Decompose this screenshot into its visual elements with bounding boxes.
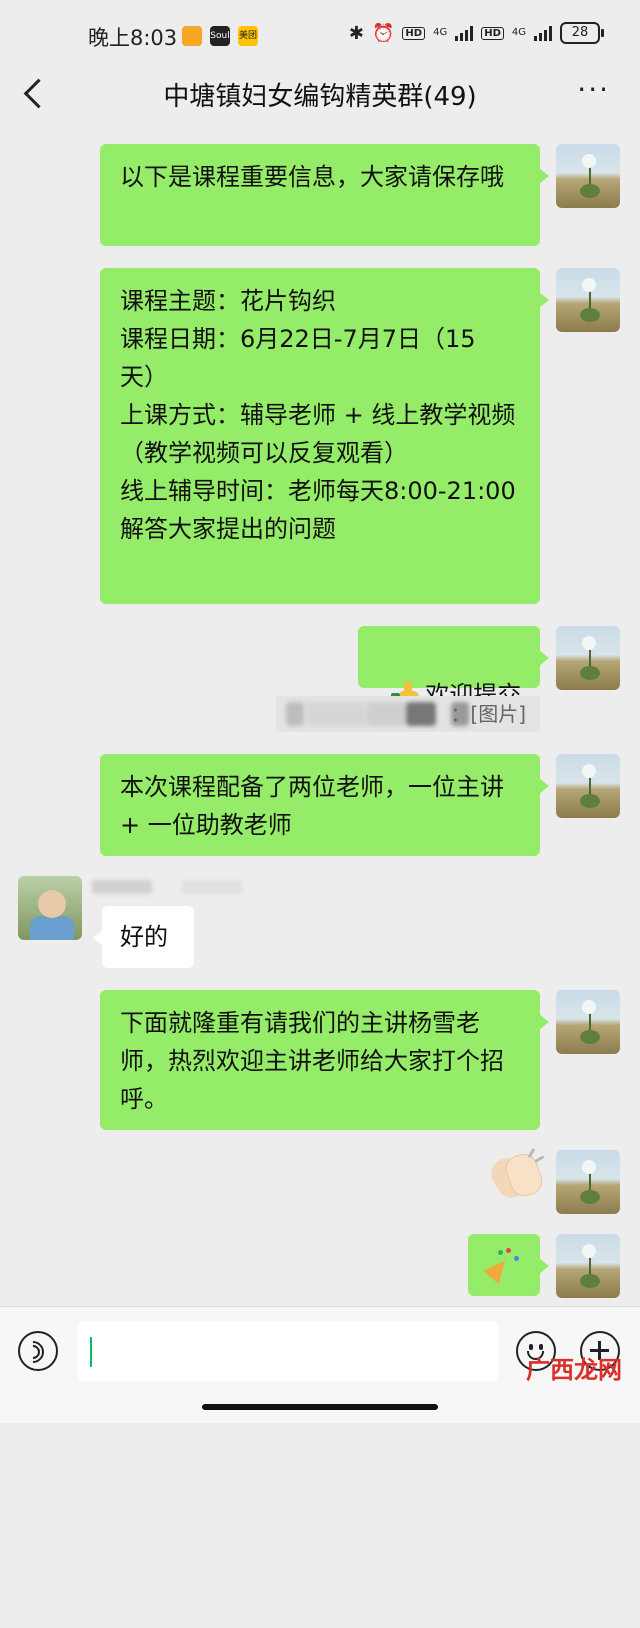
battery-icon: 28 bbox=[560, 22, 604, 44]
my-avatar[interactable] bbox=[556, 754, 620, 818]
text-caret bbox=[90, 1337, 92, 1367]
message-bubble[interactable]: 好的 bbox=[93, 906, 194, 968]
status-indicators: ✱ ⏰ HD 4G HD 4G 28 bbox=[348, 22, 604, 44]
network-type-2: 4G bbox=[511, 27, 526, 38]
voice-button[interactable] bbox=[17, 1331, 58, 1371]
message-bubble[interactable]: 以下是课程重要信息，大家请保存哦 bbox=[100, 144, 549, 246]
meituan-app-icon: 美团 bbox=[238, 26, 258, 46]
chat-title: 中塘镇妇女编钩精英群(49) bbox=[163, 82, 477, 112]
hd-icon: HD bbox=[402, 26, 426, 40]
watermark: 广西龙网 bbox=[526, 1356, 622, 1384]
hd-icon-2: HD bbox=[481, 26, 504, 40]
my-avatar[interactable] bbox=[556, 1234, 620, 1298]
message-bubble[interactable] bbox=[468, 1234, 549, 1296]
notification-icon bbox=[182, 26, 202, 46]
message-bubble[interactable]: 本次课程配备了两位老师，一位主讲 + 一位助教老师 bbox=[100, 754, 549, 856]
quoted-message[interactable]: ：[图片] bbox=[276, 696, 540, 732]
clapping-hands-icon[interactable] bbox=[486, 1147, 547, 1203]
home-indicator[interactable] bbox=[202, 1404, 438, 1410]
bluetooth-icon: ✱ bbox=[348, 22, 364, 44]
message-bubble[interactable]: 课程主题：花片钩织 课程日期：6月22日-7月7日（15天） 上课方式：辅导老师… bbox=[100, 268, 549, 604]
soul-app-icon: Soul bbox=[210, 26, 230, 46]
message-bubble[interactable]: 欢迎提交 bbox=[358, 626, 549, 709]
my-avatar[interactable] bbox=[556, 1150, 620, 1214]
sender-name-blurred bbox=[92, 880, 242, 898]
message-input[interactable] bbox=[78, 1321, 498, 1381]
alarm-icon: ⏰ bbox=[371, 22, 395, 44]
message-bubble[interactable]: 下面就隆重有请我们的主讲杨雪老师，热烈欢迎主讲老师给大家打个招呼。 bbox=[100, 990, 549, 1130]
status-bar: 晚上8:03 Soul 美团 ✱ ⏰ HD 4G HD 4G 28 bbox=[0, 0, 640, 70]
quoted-text: ：[图片] bbox=[450, 702, 526, 726]
my-avatar[interactable] bbox=[556, 626, 620, 690]
party-popper-icon bbox=[483, 1248, 519, 1284]
signal-icon-2 bbox=[534, 25, 552, 41]
member-avatar[interactable] bbox=[18, 876, 82, 940]
network-type: 4G bbox=[433, 27, 448, 38]
status-time: 晚上8:03 bbox=[88, 26, 178, 50]
more-options-button[interactable]: ··· bbox=[577, 76, 610, 104]
signal-icon bbox=[455, 25, 474, 41]
chat-header: 中塘镇妇女编钩精英群(49) ··· bbox=[0, 70, 640, 118]
my-avatar[interactable] bbox=[556, 990, 620, 1054]
my-avatar[interactable] bbox=[556, 268, 620, 332]
my-avatar[interactable] bbox=[556, 144, 620, 208]
